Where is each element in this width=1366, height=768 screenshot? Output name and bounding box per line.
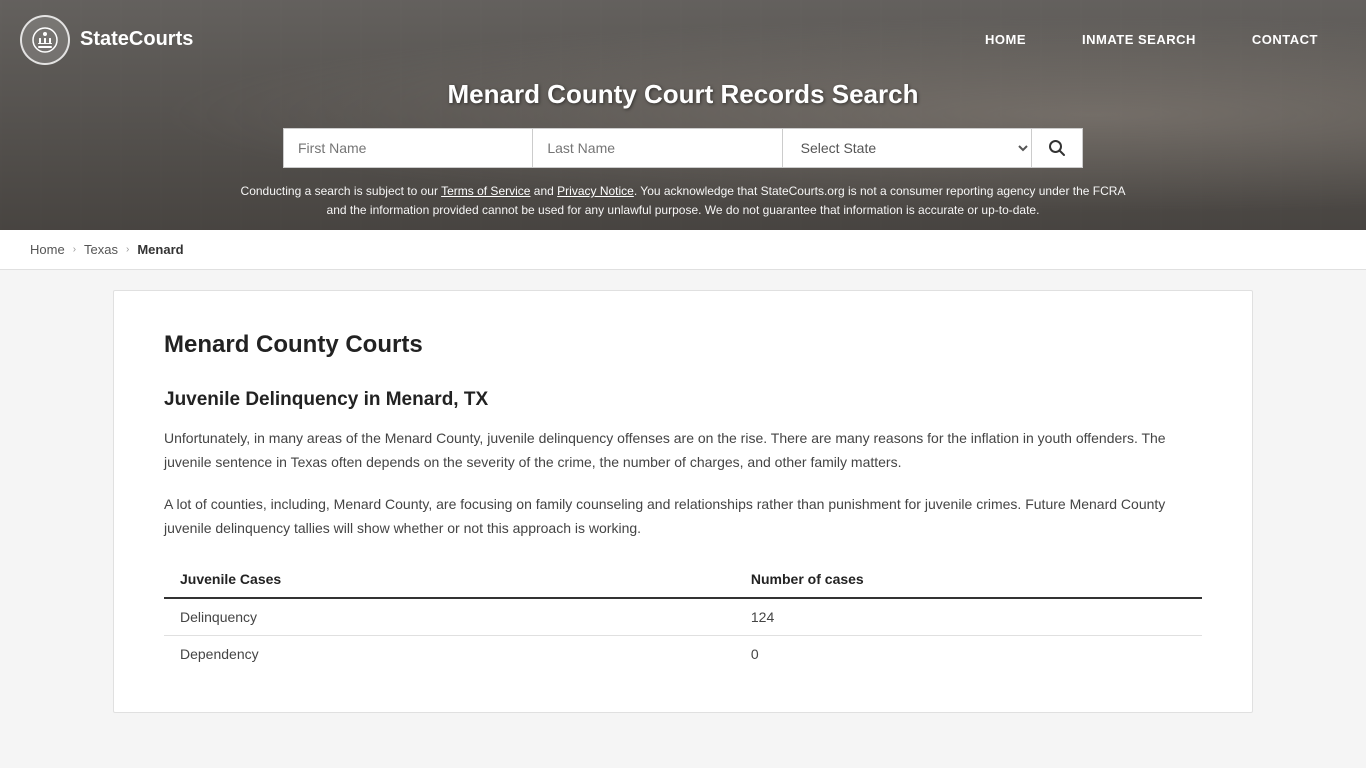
page-title: Menard County Court Records Search bbox=[20, 79, 1346, 110]
main-content: Menard County Courts Juvenile Delinquenc… bbox=[93, 290, 1273, 712]
nav-links: HOME INMATE SEARCH CONTACT bbox=[957, 4, 1346, 75]
breadcrumb-sep-2: › bbox=[126, 244, 129, 255]
paragraph-1: Unfortunately, in many areas of the Mena… bbox=[164, 427, 1202, 475]
content-card: Menard County Courts Juvenile Delinquenc… bbox=[113, 290, 1253, 712]
juvenile-cases-table: Juvenile Cases Number of cases Delinquen… bbox=[164, 561, 1202, 672]
case-type-cell: Delinquency bbox=[164, 598, 735, 636]
nav-inmate-search[interactable]: INMATE SEARCH bbox=[1054, 4, 1224, 75]
search-section: Menard County Court Records Search Selec… bbox=[0, 79, 1366, 230]
disclaimer-text: Conducting a search is subject to our Te… bbox=[233, 182, 1133, 220]
logo-text: StateCourts bbox=[80, 28, 193, 51]
privacy-link[interactable]: Privacy Notice bbox=[557, 184, 634, 198]
search-bar: Select State Alabama Alaska Arizona Arka… bbox=[283, 128, 1083, 168]
breadcrumb-state[interactable]: Texas bbox=[84, 242, 118, 257]
breadcrumb-home[interactable]: Home bbox=[30, 242, 65, 257]
search-button[interactable] bbox=[1032, 128, 1083, 168]
case-type-cell: Dependency bbox=[164, 635, 735, 672]
nav-home[interactable]: HOME bbox=[957, 4, 1054, 75]
col-header-count: Number of cases bbox=[735, 561, 1202, 598]
disclaimer-before-tos: Conducting a search is subject to our bbox=[241, 184, 442, 198]
breadcrumb-current: Menard bbox=[137, 242, 183, 257]
disclaimer-between: and bbox=[530, 184, 557, 198]
section-heading: Juvenile Delinquency in Menard, TX bbox=[164, 389, 1202, 411]
search-icon bbox=[1048, 139, 1066, 157]
case-count-cell: 0 bbox=[735, 635, 1202, 672]
table-row: Dependency 0 bbox=[164, 635, 1202, 672]
last-name-input[interactable] bbox=[532, 128, 781, 168]
table-row: Delinquency 124 bbox=[164, 598, 1202, 636]
nav-contact[interactable]: CONTACT bbox=[1224, 4, 1346, 75]
tos-link[interactable]: Terms of Service bbox=[441, 184, 530, 198]
breadcrumb: Home › Texas › Menard bbox=[0, 230, 1366, 270]
case-count-cell: 124 bbox=[735, 598, 1202, 636]
paragraph-2: A lot of counties, including, Menard Cou… bbox=[164, 493, 1202, 541]
logo-icon bbox=[20, 15, 70, 65]
navigation: StateCourts HOME INMATE SEARCH CONTACT bbox=[0, 0, 1366, 79]
first-name-input[interactable] bbox=[283, 128, 532, 168]
table-header-row: Juvenile Cases Number of cases bbox=[164, 561, 1202, 598]
col-header-cases: Juvenile Cases bbox=[164, 561, 735, 598]
state-select[interactable]: Select State Alabama Alaska Arizona Arka… bbox=[782, 128, 1032, 168]
main-heading: Menard County Courts bbox=[164, 331, 1202, 359]
site-logo[interactable]: StateCourts bbox=[20, 15, 193, 65]
breadcrumb-sep-1: › bbox=[73, 244, 76, 255]
site-header: StateCourts HOME INMATE SEARCH CONTACT M… bbox=[0, 0, 1366, 230]
